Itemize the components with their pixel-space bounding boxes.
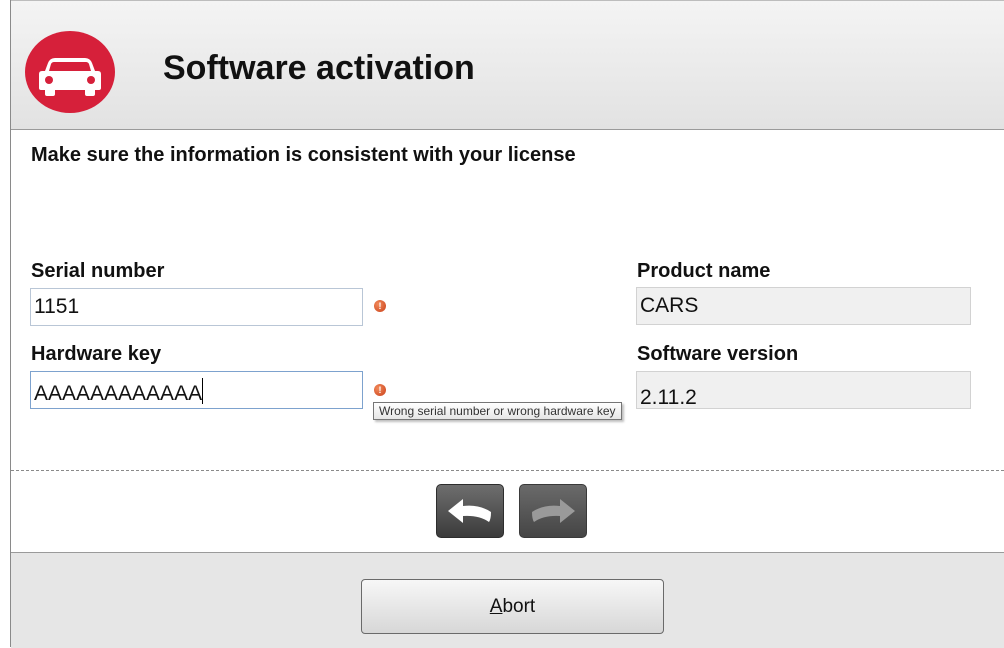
- abort-mnemonic: A: [489, 595, 503, 617]
- car-icon: [25, 31, 115, 113]
- hardware-key-label: Hardware key: [31, 343, 162, 365]
- software-version-label: Software version: [637, 343, 799, 365]
- page-title: Software activation: [163, 49, 475, 87]
- serial-number-label: Serial number: [31, 260, 165, 282]
- software-version-value: 2.11.2: [640, 386, 697, 409]
- abort-button[interactable]: Abort: [361, 579, 664, 634]
- hardware-key-value: AAAAAAAAAAAA: [34, 382, 203, 405]
- text-caret: [202, 378, 204, 404]
- error-tooltip: Wrong serial number or wrong hardware ke…: [373, 402, 622, 420]
- product-name-label: Product name: [637, 260, 771, 282]
- back-arrow-icon: [448, 499, 491, 523]
- abort-label: bort: [502, 595, 536, 617]
- separator: [11, 470, 1004, 471]
- next-button[interactable]: [519, 484, 587, 538]
- error-icon[interactable]: !: [374, 384, 386, 396]
- hardware-key-field[interactable]: AAAAAAAAAAAA: [30, 371, 363, 409]
- forward-arrow-icon: [532, 499, 575, 523]
- activation-window: Software activation Make sure the inform…: [0, 0, 1004, 648]
- back-button[interactable]: [436, 484, 504, 538]
- software-version-field: 2.11.2: [636, 371, 971, 409]
- product-name-value: CARS: [640, 294, 699, 317]
- header-bar: Software activation: [11, 0, 1004, 130]
- error-icon[interactable]: !: [374, 300, 386, 312]
- serial-number-field[interactable]: 1151: [30, 288, 363, 326]
- instruction-text: Make sure the information is consistent …: [31, 144, 576, 166]
- product-name-field: CARS: [636, 287, 971, 325]
- serial-number-value: 1151: [34, 295, 80, 318]
